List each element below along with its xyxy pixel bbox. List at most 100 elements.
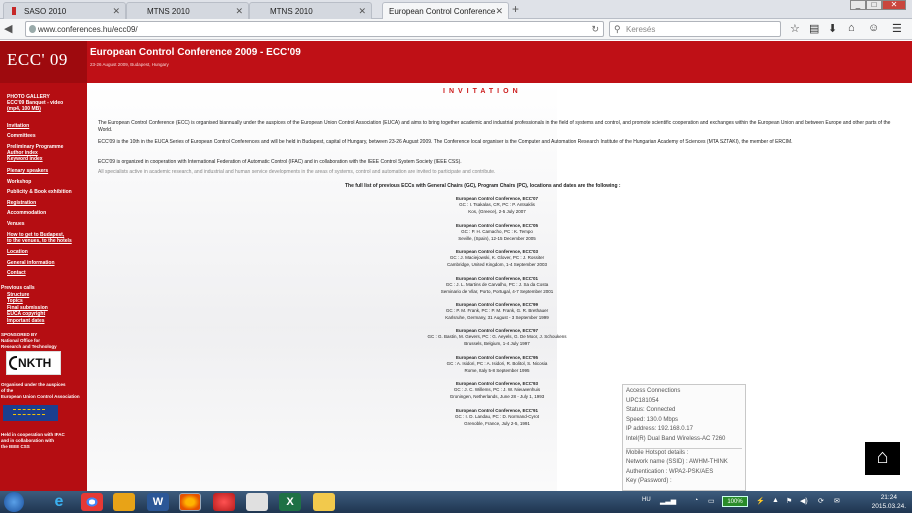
tooltip-line: Speed: 130.0 Mbps [626, 416, 679, 423]
connection-tooltip: Access Connections UPC181054 Status: Con… [622, 384, 746, 491]
sidebar-item-plenary[interactable]: Plenary speakers [7, 168, 48, 174]
conf-place: Kos, (Greece), 2-5 July 2007 [468, 208, 526, 214]
conf-place: Rome, Italy 5-8 September 1995 [464, 367, 530, 373]
message-icon[interactable]: ✉ [834, 497, 840, 505]
sidebar-item-general-info[interactable]: General information [7, 260, 55, 266]
conf-name: European Control Conference, ECC'01 [455, 276, 539, 281]
tab-saso[interactable]: SASO 2010 ✕ [3, 2, 126, 19]
notes-icon[interactable] [246, 493, 268, 511]
tooltip-line: UPC181054 [626, 397, 659, 404]
language-indicator[interactable]: HU [642, 497, 651, 503]
home-icon[interactable]: ⌂ [848, 22, 855, 34]
maximize-button[interactable]: □ [866, 0, 882, 10]
organised-text: European Union Control Association [1, 394, 80, 399]
conf-name: European Control Conference, ECC'93 [455, 381, 539, 386]
conf-chairs: GC : P. H. Camacho, PC : K. Tempo [461, 229, 533, 235]
tab-label: MTNS 2010 [270, 7, 313, 16]
tab-close-icon[interactable]: ✕ [235, 6, 243, 17]
reload-icon[interactable]: ↻ [591, 24, 599, 35]
tooltip-line: Network name (SSID) : AWHM-THINK [626, 459, 728, 466]
start-button[interactable] [4, 492, 24, 512]
battery-indicator[interactable]: 100% [722, 496, 748, 507]
tab-mtns-2[interactable]: MTNS 2010 ✕ [249, 2, 372, 19]
scroll-to-top-button[interactable]: ⌂ [865, 442, 900, 475]
sidebar-item-workshop[interactable]: Workshop [7, 179, 31, 185]
sidebar-item-registration[interactable]: Registration [7, 200, 36, 206]
conf-chairs: GC : A. Isidori, PC : A. Isidori, R. Bol… [446, 361, 548, 367]
power-icon[interactable]: ⚡ [756, 497, 765, 505]
conf-chairs: GC : I. D. Landau, PC : D. Normand-Cyrot [454, 414, 540, 420]
conf-chairs: GC : J. Maciejowski, K. Glover, PC : J. … [449, 255, 545, 261]
firefox-icon[interactable] [179, 493, 201, 511]
euca-logo[interactable] [3, 405, 58, 421]
sidebar-item-committees[interactable]: Committees [7, 133, 36, 139]
sidebar-item-euca-copyright[interactable]: EUCA copyright [7, 311, 45, 317]
reading-list-icon[interactable]: ▤ [809, 22, 819, 35]
sidebar-item-contact[interactable]: Contact [7, 270, 26, 276]
conf-name: European Control Conference, ECC'05 [455, 223, 539, 228]
network-status-icon[interactable]: ▂▃▅ [660, 497, 676, 505]
sidebar-item-location[interactable]: Location [7, 249, 28, 255]
tab-close-icon[interactable]: ✕ [495, 6, 503, 17]
sidebar-item-to-venues[interactable]: to the venues, to the hotels [7, 238, 72, 244]
sync-icon[interactable]: ⟳ [818, 497, 824, 505]
search-input[interactable]: ⚲ Keresés [609, 21, 781, 37]
clock-time: 21:24 [880, 494, 897, 501]
ecc-logo[interactable]: ECC' 09 [0, 41, 87, 83]
sidebar-item-keyword-index[interactable]: Keyword index [7, 156, 43, 162]
speaker-icon[interactable]: ◀) [800, 497, 808, 505]
intro-paragraph: The European Control Conference (ECC) is… [98, 120, 891, 133]
back-arrow-icon[interactable]: ◀ [4, 22, 12, 35]
sidebar-item-video-size[interactable]: (mp4, 100 MB) [7, 106, 41, 112]
tab-ecc[interactable]: European Control Conference ✕ [382, 2, 509, 20]
previous-conference: European Control Conference, ECC'93 GC :… [347, 381, 647, 400]
site-header: European Control Conference 2009 - ECC'0… [87, 41, 912, 83]
previous-conference: European Control Conference, ECC'99 GC :… [347, 302, 647, 321]
nkth-logo[interactable]: NKTH [6, 351, 61, 375]
display-icon[interactable]: ▭ [708, 497, 715, 505]
previous-conference: European Control Conference, ECC'97 GC :… [347, 328, 647, 347]
menu-icon[interactable]: ☰ [892, 22, 902, 35]
url-bar[interactable]: www.conferences.hu/ecc09/ ↻ [25, 21, 604, 37]
chat-icon[interactable]: ☺ [868, 22, 879, 34]
word-icon[interactable]: W [147, 493, 169, 511]
sidebar-item-venues[interactable]: Venues [7, 221, 25, 227]
media-player-icon[interactable] [113, 493, 135, 511]
search-placeholder: Keresés [626, 25, 656, 34]
sidebar-item-important-dates[interactable]: Important dates [7, 318, 45, 324]
file-explorer-icon[interactable] [313, 493, 335, 511]
download-icon[interactable]: ⬇ [828, 22, 837, 35]
clock[interactable]: 21:24 2015.03.24. [872, 493, 906, 511]
conf-name: European Control Conference, ECC'95 [455, 355, 539, 360]
conf-chairs: GC : I. Tsakalas, CR, PC : P. Antsaklis [459, 202, 535, 208]
ecc09-paragraph: ECC'09 is the 10th in the EUCA Series of… [98, 139, 793, 145]
acrobat-icon[interactable] [213, 493, 235, 511]
minimize-button[interactable]: _ [850, 0, 866, 10]
navigation-bar: ◀ www.conferences.hu/ecc09/ ↻ ⚲ Keresés … [0, 19, 912, 40]
wifi-icon[interactable]: ◔ [694, 497, 698, 504]
sidebar-item-topics[interactable]: Topics [7, 298, 23, 304]
sidebar-item-invitation[interactable]: Invitation [7, 123, 29, 129]
tooltip-line: IP address: 192.168.0.17 [626, 426, 693, 433]
close-window-button[interactable]: ✕ [882, 0, 906, 10]
excel-icon[interactable]: X [279, 493, 301, 511]
previous-conference: European Control Conference, ECC'07 GC :… [347, 196, 647, 215]
flag-icon[interactable]: ⚑ [786, 497, 792, 505]
internet-explorer-icon[interactable]: e [48, 493, 70, 511]
conf-place: Groningen, Netherlands, June 28 - July 1… [449, 393, 545, 399]
chrome-icon[interactable] [81, 493, 103, 511]
new-tab-button[interactable]: + [512, 2, 519, 16]
page-title: European Control Conference 2009 - ECC'0… [90, 47, 301, 58]
tray-expand-icon[interactable]: ▲ [772, 497, 779, 504]
sidebar: ECC' 09 PHOTO GALLERY ECC'09 Banquet - v… [0, 41, 87, 491]
sidebar-item-accommodation[interactable]: Accommodation [7, 210, 46, 216]
conf-place: Karlsruhe, Germany, 31 August - 3 Septem… [445, 314, 549, 320]
tab-close-icon[interactable]: ✕ [358, 6, 366, 17]
sidebar-item-publicity[interactable]: Publicity & Book exhibition [7, 189, 72, 195]
site-info-icon[interactable] [29, 25, 36, 33]
conf-place: Grenoble, France, July 2-5, 1991 [464, 420, 530, 426]
tooltip-line: Authentication : WPA2-PSK/AES [626, 468, 714, 475]
tab-close-icon[interactable]: ✕ [112, 6, 120, 17]
tab-mtns-1[interactable]: MTNS 2010 ✕ [126, 2, 249, 19]
bookmark-star-icon[interactable]: ☆ [790, 22, 800, 35]
